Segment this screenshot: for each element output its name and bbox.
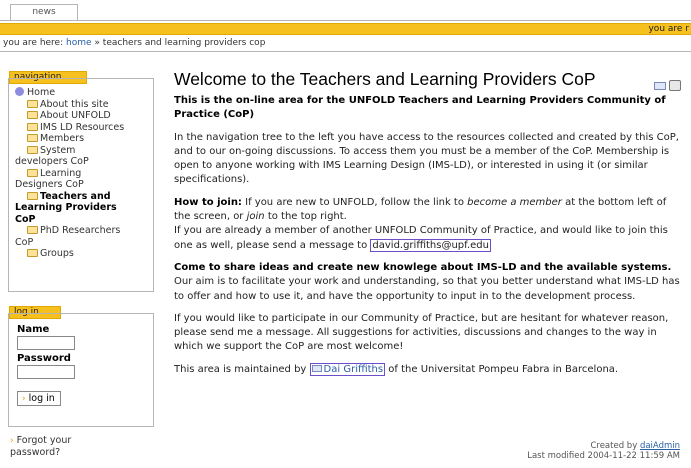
personal-bar-text: you are r [648,24,689,34]
join-text: join [246,211,265,223]
arrow-icon: › [10,436,14,446]
folder-icon [27,111,38,119]
nav-item-teachers-current[interactable]: Teachers and [15,191,149,203]
home-icon [15,87,24,96]
breadcrumb-prefix: you are here: [3,38,64,48]
paragraph-join: How to join: If you are new to UNFOLD, f… [174,196,668,252]
nav-item-system-developers[interactable]: System [15,145,149,157]
paragraph-navigation: In the navigation tree to the left you h… [174,131,679,186]
page-title: Welcome to the Teachers and Learning Pro… [174,69,596,89]
nav-item-home[interactable]: Home [15,87,149,99]
page-body: This is the on-line area for the UNFOLD … [174,94,680,385]
document-actions [654,80,682,92]
main-content: Welcome to the Teachers and Learning Pro… [170,52,684,468]
folder-icon [27,122,38,131]
password-label: Password [17,353,71,364]
password-field[interactable] [17,365,75,379]
intro-text: This is the on-line area for the UNFOLD … [174,95,666,121]
nav-item-teachers-cont2[interactable]: CoP [15,214,149,226]
email-link[interactable]: david.griffiths@upf.edu [370,238,491,252]
folder-icon [27,191,38,200]
tab-news[interactable]: news [10,4,78,20]
login-portlet: Name Password › log in [8,313,154,427]
nav-item-members[interactable]: Members [15,133,149,145]
breadcrumb-separator: » [94,38,100,48]
breadcrumb-home-link[interactable]: home [66,38,92,48]
paragraph-share: Come to share ideas and create new knowl… [174,261,680,302]
nav-item-learning-designers[interactable]: Learning [15,168,149,180]
personal-bar: you are r [0,23,691,35]
folder-icon [27,99,38,108]
nav-item-imsld-resources[interactable]: IMS LD Resources [15,122,149,134]
arrow-icon: › [22,394,26,404]
nav-item-teachers-cont1[interactable]: Learning Providers [15,202,149,214]
forgot-password-link[interactable]: › Forgot your password? [10,435,71,458]
nav-item-learning-designers-cont[interactable]: Designers CoP [15,179,149,191]
nav-item-phd-researchers[interactable]: PhD Researchers [15,225,149,237]
last-modified: Last modified 2004-11-22 11:59 AM [527,451,680,461]
tab-divider [0,20,691,21]
become-member-text: become a member [467,196,562,208]
navigation-portlet: Home About this site About UNFOLD IMS LD… [8,78,154,292]
folder-icon [27,145,38,154]
author-link[interactable]: daiAdmin [640,441,680,451]
send-mail-icon[interactable] [654,82,666,90]
nav-item-groups[interactable]: Groups [15,248,149,260]
nav-item-about-unfold[interactable]: About UNFOLD [15,110,149,122]
document-byline: Created by daiAdmin Last modified 2004-1… [527,441,680,461]
paragraph-participate: If you would like to participate in our … [174,312,669,353]
nav-item-phd-researchers-cont[interactable]: CoP [15,237,149,249]
nav-item-about-site[interactable]: About this site [15,99,149,111]
folder-icon [27,134,38,142]
nav-item-system-developers-cont[interactable]: developers CoP [15,156,149,168]
name-field[interactable] [17,336,75,350]
breadcrumb: you are here: home » teachers and learni… [3,38,265,48]
breadcrumb-current: teachers and learning providers cop [102,38,266,48]
login-button[interactable]: › log in [17,391,61,406]
mail-icon [311,364,322,372]
folder-icon [27,249,38,257]
paragraph-maintainer: This area is maintained by Dai Griffiths… [174,362,619,376]
folder-icon [27,168,38,177]
folder-icon [27,226,38,234]
name-label: Name [17,324,50,335]
maintainer-link[interactable]: Dai Griffiths [309,362,386,376]
print-icon[interactable] [669,80,681,91]
